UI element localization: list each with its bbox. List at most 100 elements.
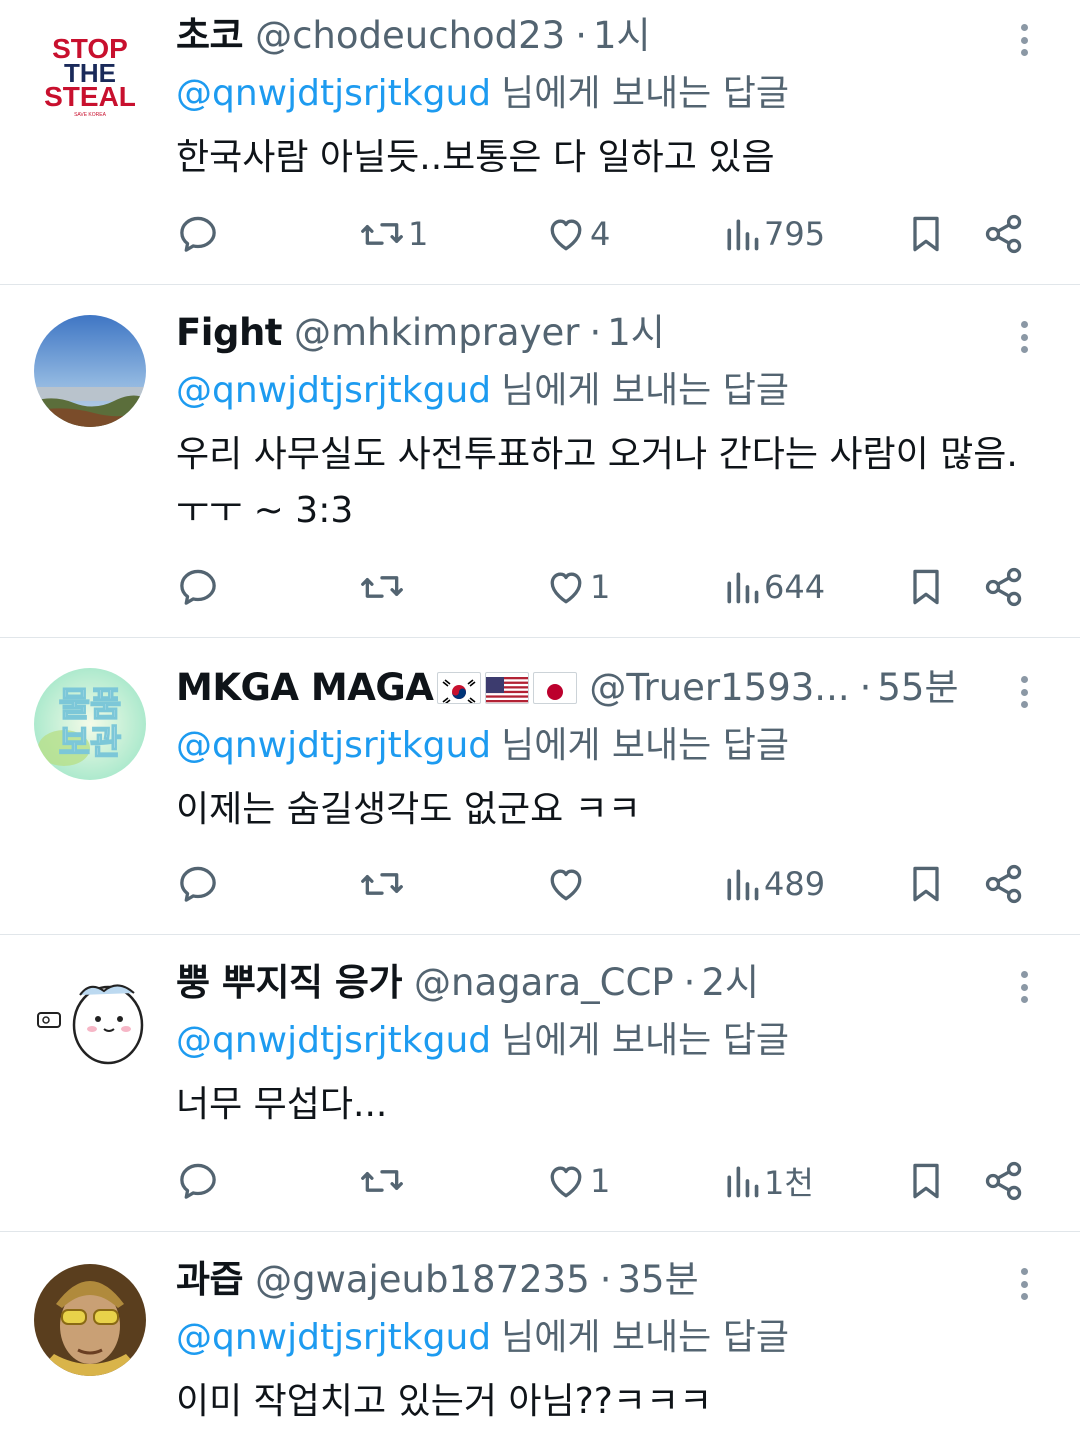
tweet[interactable]: 물품 보관 MKGA MAGA @Truer1593... · 55분 @qnw… [0,638,1080,934]
tweet[interactable]: 뿡 뿌지직 응가 @nagara_CCP · 2시 @qnwjdtjsrjtkg… [0,935,1080,1231]
japan-flag [533,672,578,704]
tweet[interactable]: 과즙 @gwajeub187235 · 35분 @qnwjdtjsrjtkgud… [0,1232,1080,1449]
reply-context: @qnwjdtjsrjtkgud 님에게 보내는 답글 [176,1019,789,1063]
views-icon [727,1166,759,1198]
like-button[interactable]: 1 [544,1157,610,1205]
like-button[interactable]: 4 [544,210,610,258]
reply-label: 님에게 보내는 답글 [501,725,789,766]
tweet-text: 너무 무섭다... [176,1084,388,1125]
timestamp[interactable]: 1시 [607,311,665,355]
tweet-header: Fight @mhkimprayer · 1시 [176,311,665,355]
reply-label: 님에게 보내는 답글 [501,1020,789,1061]
like-count: 1 [590,1162,611,1200]
user-handle[interactable]: @mhkimprayer [294,311,580,355]
display-name[interactable]: Fight [176,311,282,355]
reply-button[interactable] [176,860,222,908]
avatar-text: SAVE KOREA [74,112,107,118]
action-bar: 1 644 [0,563,1080,611]
tweet-text: 한국사람 아닐듯..보통은 다 일하고 있음 [176,137,775,178]
action-bar: 1 4 795 [0,210,1080,258]
timestamp[interactable]: 55분 [877,666,958,710]
mention-link[interactable]: @qnwjdtjsrjtkgud [176,370,491,411]
like-button[interactable] [544,860,590,908]
more-icon[interactable] [1006,20,1042,60]
like-button[interactable]: 1 [544,563,610,611]
retweet-icon [361,873,403,895]
share-icon [985,864,1022,904]
view-count: 489 [764,865,826,903]
like-count: 1 [590,568,611,606]
mention-link[interactable]: @qnwjdtjsrjtkgud [176,1317,491,1358]
bookmark-icon [913,1163,939,1199]
more-icon[interactable] [1006,1264,1042,1304]
mention-link[interactable]: @qnwjdtjsrjtkgud [176,73,491,114]
mention-link[interactable]: @qnwjdtjsrjtkgud [176,1020,491,1061]
share-button[interactable] [982,1157,1026,1205]
tweet[interactable]: STOP THE STEAL SAVE KOREA 초코 @chodeuchod… [0,0,1080,284]
reply-context: @qnwjdtjsrjtkgud 님에게 보내는 답글 [176,369,789,413]
reply-context: @qnwjdtjsrjtkgud 님에게 보내는 답글 [176,724,789,768]
views-button[interactable]: 1천 [722,1157,814,1205]
avatar[interactable] [34,1264,146,1376]
reply-label: 님에게 보내는 답글 [501,73,789,114]
avatar[interactable] [34,961,146,1073]
views-button[interactable]: 795 [722,210,825,258]
bookmark-button[interactable] [904,860,948,908]
retweet-button[interactable] [358,563,408,611]
like-icon [550,572,582,604]
timestamp[interactable]: 35분 [618,1258,699,1302]
bookmark-button[interactable] [904,1157,948,1205]
reply-label: 님에게 보내는 답글 [501,370,789,411]
more-icon[interactable] [1006,317,1042,357]
views-button[interactable]: 644 [722,563,825,611]
share-button[interactable] [982,563,1026,611]
tweet-header: MKGA MAGA @Truer1593... · 55분 [176,666,958,710]
like-count: 4 [590,215,611,253]
like-icon [550,1166,582,1198]
display-name[interactable]: 초코 [176,14,244,58]
share-button[interactable] [982,210,1026,258]
retweet-icon [361,576,403,598]
reply-button[interactable] [176,210,222,258]
avatar-text: STEAL [44,81,136,112]
user-handle[interactable]: @gwajeub187235 [255,1258,590,1302]
avatar[interactable] [34,315,146,427]
bookmark-button[interactable] [904,210,948,258]
avatar[interactable]: STOP THE STEAL SAVE KOREA [34,22,146,134]
share-button[interactable] [982,860,1026,908]
display-name[interactable]: 뿡 뿌지직 응가 [176,961,403,1005]
retweet-icon [361,223,403,245]
views-icon [727,572,759,604]
avatar[interactable]: 물품 보관 [34,668,146,780]
reply-button[interactable] [176,563,222,611]
avatar-text: 보관 [59,723,122,763]
display-name[interactable]: 과즙 [176,1258,244,1302]
view-count: 1천 [764,1164,814,1202]
display-name[interactable]: MKGA MAGA [176,666,434,710]
tweet-header: 초코 @chodeuchod23 · 1시 [176,14,651,58]
user-handle[interactable]: @chodeuchod23 [255,14,565,58]
user-handle[interactable]: @nagara_CCP [414,961,674,1005]
reply-context: @qnwjdtjsrjtkgud 님에게 보내는 답글 [176,1316,789,1360]
tweet[interactable]: Fight @mhkimprayer · 1시 @qnwjdtjsrjtkgud… [0,285,1080,637]
timestamp[interactable]: 1시 [593,14,651,58]
more-icon[interactable] [1006,672,1042,712]
views-button[interactable]: 489 [722,860,825,908]
views-icon [727,869,759,901]
reply-button[interactable] [176,1157,222,1205]
retweet-button[interactable]: 1 [358,210,428,258]
like-icon [550,219,582,251]
mention-link[interactable]: @qnwjdtjsrjtkgud [176,725,491,766]
share-icon [985,567,1022,607]
bookmark-icon [913,866,939,902]
retweet-button[interactable] [358,1157,408,1205]
more-icon[interactable] [1006,967,1042,1007]
bookmark-button[interactable] [904,563,948,611]
action-bar: 489 [0,860,1080,908]
timestamp[interactable]: 2시 [701,961,759,1005]
like-icon [550,869,582,901]
retweet-button[interactable] [358,860,408,908]
tweet-header: 과즙 @gwajeub187235 · 35분 [176,1258,699,1302]
reply-icon [180,866,216,902]
user-handle[interactable]: @Truer1593... [589,666,849,710]
